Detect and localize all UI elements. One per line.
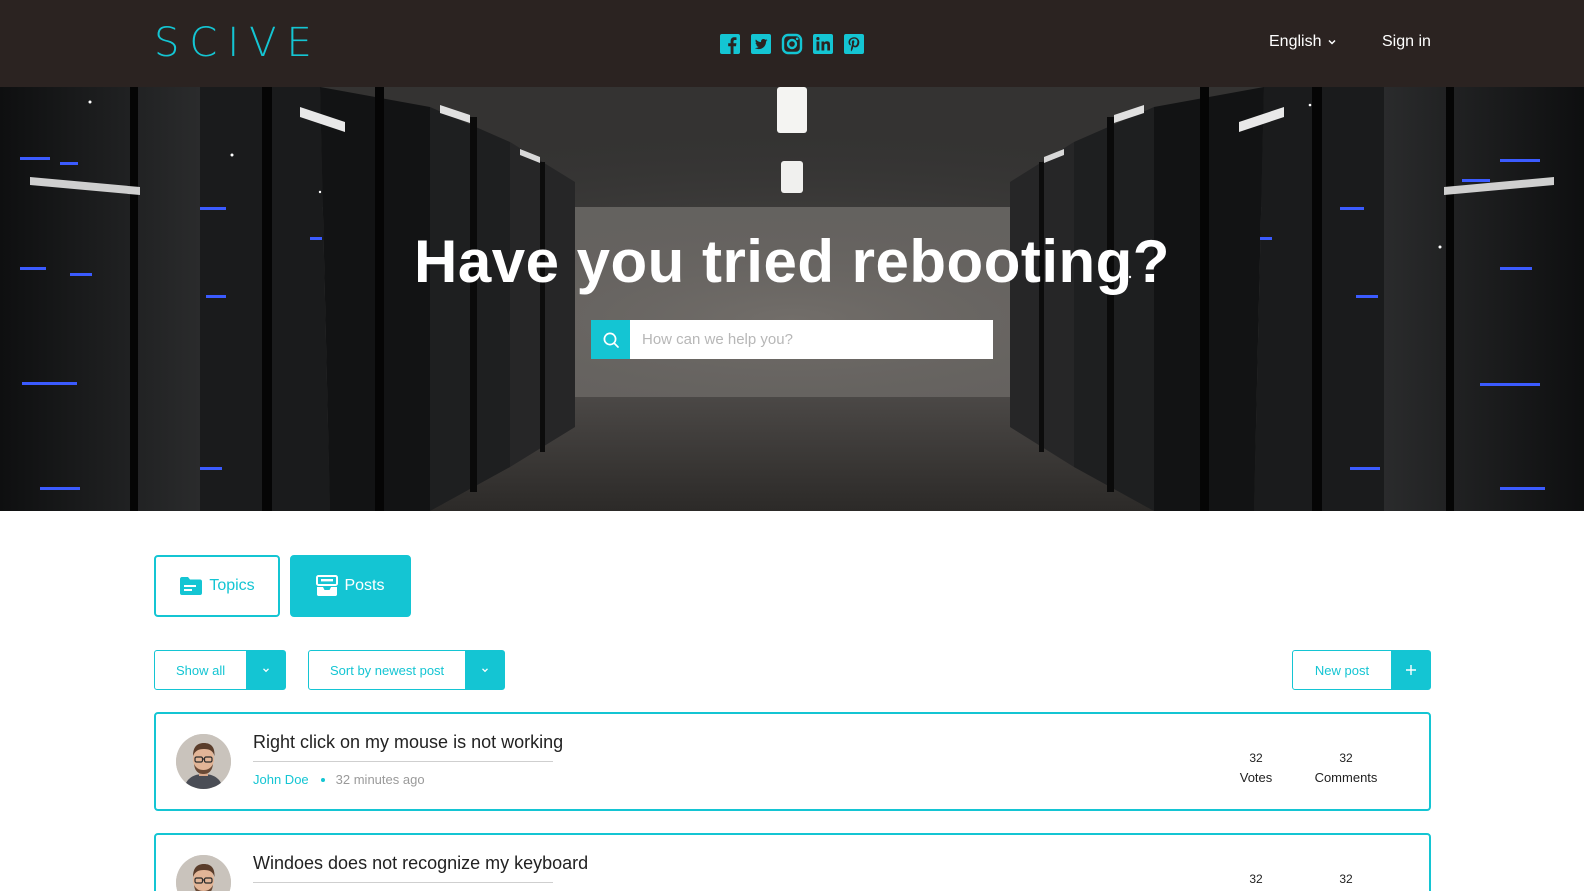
post-author[interactable]: John Doe (253, 772, 309, 788)
hero-title: Have you tried rebooting? (414, 228, 1170, 295)
show-filter-dropdown[interactable]: Show all (154, 650, 286, 690)
server-room-background-image (0, 87, 1584, 511)
linkedin-icon[interactable] (812, 33, 834, 55)
post-title[interactable]: Windoes does not recognize my keyboard (253, 852, 588, 874)
new-post-button[interactable]: New post (1292, 650, 1431, 690)
search-bar (591, 320, 993, 359)
comments-label: Comments (1314, 770, 1378, 785)
plus-icon (1391, 651, 1430, 689)
votes-label: Votes (1239, 770, 1273, 785)
instagram-icon[interactable] (781, 33, 803, 55)
post-meta: John Doe 32 minutes ago (253, 772, 425, 788)
votes-stat: 32 Votes (1226, 748, 1286, 788)
chevron-down-icon (1328, 39, 1337, 45)
new-post-label: New post (1314, 662, 1370, 678)
divider (253, 761, 553, 762)
language-label: English (1269, 33, 1322, 50)
folder-icon (180, 577, 203, 595)
comments-count: 32 (1339, 751, 1353, 765)
avatar (176, 855, 231, 891)
votes-count: 32 (1249, 872, 1263, 886)
facebook-icon[interactable] (719, 33, 741, 55)
tab-topics[interactable]: Topics (154, 555, 280, 617)
language-selector[interactable]: English (1269, 32, 1337, 52)
search-icon (603, 332, 619, 348)
sign-in-link[interactable]: Sign in (1382, 32, 1431, 52)
sort-label: Sort by newest post (330, 662, 445, 678)
chevron-down-icon (262, 668, 269, 673)
search-button[interactable] (591, 320, 630, 359)
pinterest-icon[interactable] (843, 33, 865, 55)
comments-stat: 32 (1306, 869, 1386, 889)
sort-dropdown[interactable]: Sort by newest post (308, 650, 505, 690)
tab-topics-label: Topics (209, 577, 255, 594)
comments-stat: 32 Comments (1306, 748, 1386, 788)
sort-toggle[interactable] (465, 651, 504, 689)
hero-banner: Have you tried rebooting? (0, 87, 1584, 511)
votes-stat: 32 (1226, 869, 1286, 889)
twitter-icon[interactable] (750, 33, 772, 55)
logo[interactable]: SCIVE (154, 20, 322, 66)
inbox-icon (316, 575, 339, 596)
show-filter-toggle[interactable] (246, 651, 285, 689)
post-time: 32 minutes ago (335, 772, 425, 787)
divider (253, 882, 553, 883)
post-card[interactable]: Windoes does not recognize my keyboard 3… (154, 833, 1431, 891)
comments-count: 32 (1339, 872, 1353, 886)
votes-count: 32 (1249, 751, 1263, 765)
avatar (176, 734, 231, 789)
chevron-down-icon (481, 668, 488, 673)
separator-dot (320, 778, 325, 782)
post-card[interactable]: Right click on my mouse is not working J… (154, 712, 1431, 811)
search-input[interactable] (630, 320, 993, 359)
social-links (719, 33, 865, 55)
post-title[interactable]: Right click on my mouse is not working (253, 731, 563, 753)
top-header: SCIVE English Sign in (0, 0, 1584, 87)
tab-posts-label: Posts (344, 577, 385, 594)
show-filter-label: Show all (176, 662, 226, 678)
tab-posts[interactable]: Posts (290, 555, 411, 617)
